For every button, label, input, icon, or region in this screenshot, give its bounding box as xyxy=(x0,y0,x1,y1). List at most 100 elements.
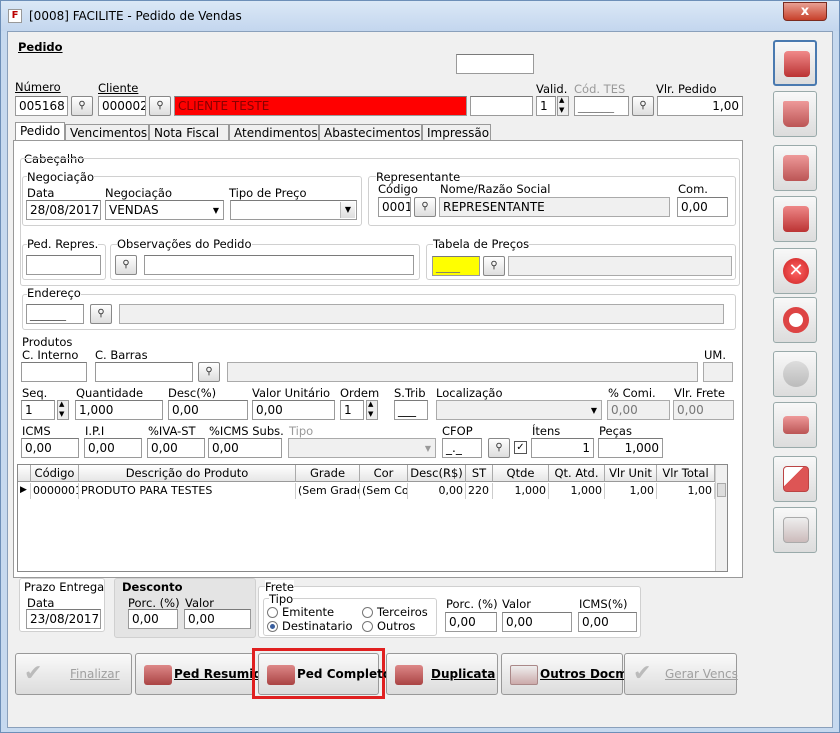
quantidade-field[interactable]: 1,000 xyxy=(75,400,163,420)
ipi-field[interactable]: 0,00 xyxy=(84,438,142,458)
save-button[interactable] xyxy=(773,40,817,86)
duplicata-button[interactable]: Duplicata xyxy=(386,653,498,695)
help-button[interactable] xyxy=(773,297,817,343)
grid-header-cor[interactable]: Cor xyxy=(360,465,408,482)
seq-spinner[interactable] xyxy=(57,400,69,420)
grid-header-descricao[interactable]: Descrição do Produto xyxy=(79,465,296,482)
table-row[interactable]: ▶ 0000001 PRODUTO PARA TESTES (Sem Grade… xyxy=(18,483,715,499)
frete-valor-field[interactable]: 0,00 xyxy=(502,612,572,632)
grid-header-desc[interactable]: Desc(R$) xyxy=(408,465,466,482)
ordem-field[interactable]: 1 xyxy=(340,400,364,420)
print-button[interactable] xyxy=(773,145,817,191)
itens-checkbox[interactable]: ✓ xyxy=(514,441,527,454)
endereco-code-field[interactable]: ______ xyxy=(26,304,84,324)
icms-subs-field[interactable]: 0,00 xyxy=(208,438,282,458)
negociacao-select[interactable]: VENDAS ▼ xyxy=(105,200,224,220)
ped-repres-label: Ped. Repres. xyxy=(27,237,99,251)
ordem-spinner[interactable] xyxy=(366,400,378,420)
desc-valor-field[interactable]: 0,00 xyxy=(184,609,251,629)
comi-label: % Comi. xyxy=(608,386,656,400)
representante-codigo-field[interactable]: 0001 xyxy=(378,197,411,217)
outros-radio[interactable] xyxy=(362,621,373,632)
cfop-search-button[interactable]: ⚲ xyxy=(488,438,510,458)
gerar-vencs-button[interactable]: ✔ Gerar Vencs xyxy=(624,653,738,695)
vlr-frete-field[interactable]: 0,00 xyxy=(673,400,734,420)
close-circle-icon: ✕ xyxy=(783,258,809,284)
quantidade-label: Quantidade xyxy=(76,386,144,400)
cod-tes-search-button[interactable]: ⚲ xyxy=(632,96,654,116)
iva-field[interactable]: 0,00 xyxy=(147,438,205,458)
frete-porc-field[interactable]: 0,00 xyxy=(445,612,497,632)
ped-repres-field[interactable] xyxy=(26,255,101,275)
valid-label: Valid. xyxy=(536,82,568,96)
cfop-field[interactable]: _._ xyxy=(442,438,482,458)
settings-button[interactable] xyxy=(773,351,817,397)
duplicata-label: Duplicata xyxy=(431,667,496,681)
eraser-button[interactable] xyxy=(773,456,817,502)
cell-descricao: PRODUTO PARA TESTES xyxy=(79,483,296,499)
destinatario-radio[interactable] xyxy=(267,621,278,632)
comi-field[interactable]: 0,00 xyxy=(607,400,670,420)
cliente-code-field[interactable]: 000002 xyxy=(98,96,146,116)
strib-field[interactable]: ___ xyxy=(394,400,428,420)
desc-field[interactable]: 0,00 xyxy=(168,400,248,420)
prazo-data-field[interactable]: 23/08/2017 xyxy=(26,609,101,629)
numero-field[interactable]: 005168 xyxy=(15,96,68,116)
terceiros-radio[interactable] xyxy=(362,607,373,618)
vlr-pedido-field[interactable]: 1,00 xyxy=(657,96,743,116)
vlr-unit-field[interactable]: 0,00 xyxy=(252,400,335,420)
tabela-search-button[interactable]: ⚲ xyxy=(483,256,505,276)
ped-completo-button[interactable]: Ped Completo xyxy=(258,653,391,695)
c-barras-field[interactable] xyxy=(95,362,193,382)
grid-header-grade[interactable]: Grade xyxy=(296,465,360,482)
obs-button[interactable]: ⚲ xyxy=(115,255,137,275)
endereco-search-button[interactable]: ⚲ xyxy=(90,304,112,324)
grid-header-qtde[interactable]: Qtde xyxy=(493,465,549,482)
c-interno-field[interactable] xyxy=(21,362,87,382)
tipo-select[interactable]: ▼ xyxy=(288,438,436,458)
printer-icon xyxy=(783,155,809,181)
produto-search-button[interactable]: ⚲ xyxy=(198,362,220,382)
chevron-down-icon: ▼ xyxy=(212,206,219,215)
representante-search-button[interactable]: ⚲ xyxy=(414,197,436,217)
localizacao-select[interactable]: ▼ xyxy=(436,400,602,420)
cliente-search-button[interactable]: ⚲ xyxy=(149,96,171,116)
negociacao-label: Negociação xyxy=(105,186,172,200)
valid-spinner[interactable] xyxy=(557,96,569,116)
com-field[interactable]: 0,00 xyxy=(677,197,728,217)
cliente-name-field[interactable]: CLIENTE TESTE xyxy=(174,96,467,116)
items-grid[interactable]: Código Descrição do Produto Grade Cor De… xyxy=(17,464,728,572)
cliente-extra-field[interactable] xyxy=(470,96,533,116)
grid-header-codigo[interactable]: Código xyxy=(31,465,79,482)
documents-button[interactable] xyxy=(773,507,817,553)
icms-field[interactable]: 0,00 xyxy=(21,438,79,458)
cod-tes-field[interactable]: ______ xyxy=(574,96,629,116)
close-button[interactable]: x xyxy=(783,2,827,21)
grid-scrollbar[interactable] xyxy=(715,465,727,571)
scrollbar-thumb[interactable] xyxy=(717,483,726,497)
emitente-radio[interactable] xyxy=(267,607,278,618)
ped-resumido-button[interactable]: Ped Resumido xyxy=(135,653,270,695)
header-blank-field[interactable] xyxy=(456,54,534,74)
grid-header-vlr-unit[interactable]: Vlr Unit xyxy=(605,465,657,482)
exit-button[interactable] xyxy=(773,196,817,242)
delivery-button[interactable] xyxy=(773,402,817,448)
frete-icms-field[interactable]: 0,00 xyxy=(578,612,637,632)
numero-search-button[interactable]: ⚲ xyxy=(71,96,93,116)
tabela-code-field[interactable]: ____ xyxy=(432,256,480,276)
grid-header-st[interactable]: ST xyxy=(466,465,493,482)
delete-button[interactable] xyxy=(773,91,817,137)
cancel-button[interactable]: ✕ xyxy=(773,248,817,294)
grid-header-qt-atd[interactable]: Qt. Atd. xyxy=(549,465,605,482)
obs-field[interactable] xyxy=(144,255,414,275)
vlr-frete-label: Vlr. Frete xyxy=(674,386,725,400)
finalizar-button[interactable]: ✔ Finalizar xyxy=(15,653,132,695)
seq-field[interactable]: 1 xyxy=(21,400,55,420)
desc-porc-field[interactable]: 0,00 xyxy=(128,609,178,629)
chevron-down-icon: ▼ xyxy=(424,444,431,453)
tipo-preco-select[interactable]: ▼ xyxy=(230,200,357,220)
grid-header-vlr-total[interactable]: Vlr Total xyxy=(657,465,715,482)
data-field[interactable]: 28/08/2017 xyxy=(26,200,101,220)
valid-field[interactable]: 1 xyxy=(536,96,556,116)
outros-docmts-button[interactable]: Outros Docmts xyxy=(501,653,641,695)
